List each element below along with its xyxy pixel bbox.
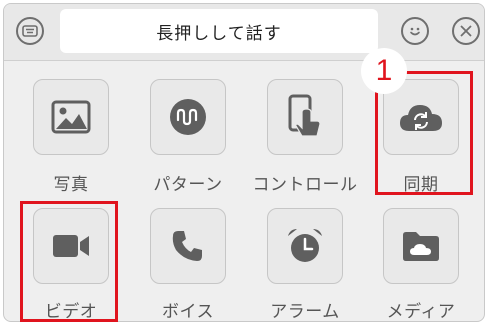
highlight-box-video bbox=[20, 201, 118, 322]
tile-label: 写真 bbox=[53, 175, 89, 195]
tile-media[interactable] bbox=[383, 208, 459, 284]
phone-handset-icon bbox=[172, 231, 202, 261]
input-toolbar: 長押しして話す bbox=[4, 4, 484, 61]
keyboard-toggle-button[interactable] bbox=[16, 17, 44, 45]
keyboard-icon bbox=[22, 25, 38, 37]
tile-label: パターン bbox=[153, 175, 223, 195]
close-button[interactable] bbox=[452, 17, 480, 45]
pattern-icon bbox=[170, 99, 206, 135]
tile-pattern[interactable] bbox=[150, 79, 226, 155]
tile-label: コントロール bbox=[252, 175, 358, 195]
close-icon bbox=[460, 25, 472, 37]
tile-label: アラーム bbox=[270, 302, 340, 322]
phone-touch-icon bbox=[288, 94, 321, 137]
media-folder-icon bbox=[403, 232, 439, 261]
tile-control[interactable] bbox=[267, 79, 343, 155]
emoji-button[interactable] bbox=[401, 17, 429, 45]
tile-photo[interactable] bbox=[33, 79, 109, 155]
smiley-icon bbox=[410, 27, 420, 36]
alarm-clock-icon bbox=[288, 229, 322, 262]
tile-label: ボイス bbox=[162, 302, 214, 322]
tile-voice[interactable] bbox=[150, 208, 226, 284]
tile-alarm[interactable] bbox=[267, 208, 343, 284]
step-number-badge: 1 bbox=[361, 48, 407, 94]
image-icon bbox=[51, 100, 91, 134]
tile-label: メディア bbox=[386, 302, 456, 322]
hold-to-talk-button[interactable]: 長押しして話す bbox=[60, 9, 378, 53]
